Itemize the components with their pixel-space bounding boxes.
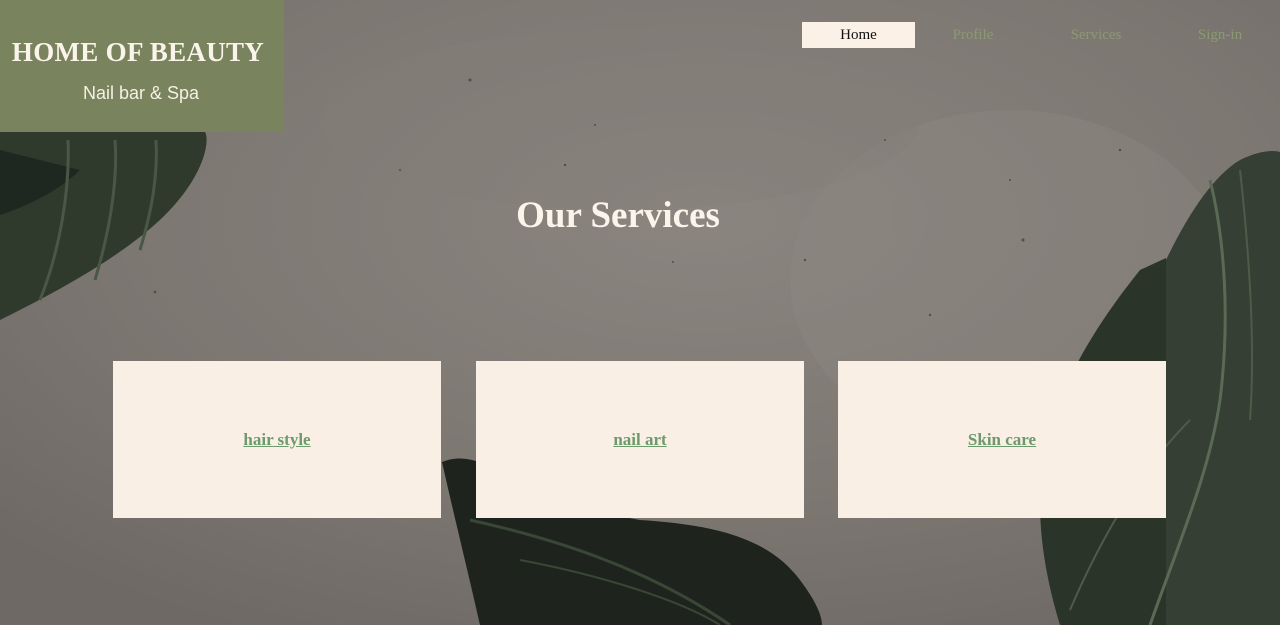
nav-home[interactable]: Home xyxy=(802,22,915,48)
top-navigation: Home Profile Services Sign-in xyxy=(802,22,1272,48)
service-card-hair-style[interactable]: hair style xyxy=(113,361,441,518)
page-title: Our Services xyxy=(516,195,720,236)
nav-sign-in[interactable]: Sign-in xyxy=(1166,22,1274,48)
service-link-skin-care[interactable]: Skin care xyxy=(968,430,1036,450)
brand-subtitle: Nail bar & Spa xyxy=(82,83,200,103)
brand-title: HOME OF BEAUTY xyxy=(11,37,265,67)
nav-services[interactable]: Services xyxy=(1042,22,1150,48)
logo[interactable]: HOME OF BEAUTY Nail bar & Spa xyxy=(0,0,284,132)
nav-profile[interactable]: Profile xyxy=(918,22,1028,48)
service-card-skin-care[interactable]: Skin care xyxy=(838,361,1166,518)
service-link-nail-art[interactable]: nail art xyxy=(613,430,666,450)
service-card-nail-art[interactable]: nail art xyxy=(476,361,804,518)
service-link-hair-style[interactable]: hair style xyxy=(243,430,310,450)
